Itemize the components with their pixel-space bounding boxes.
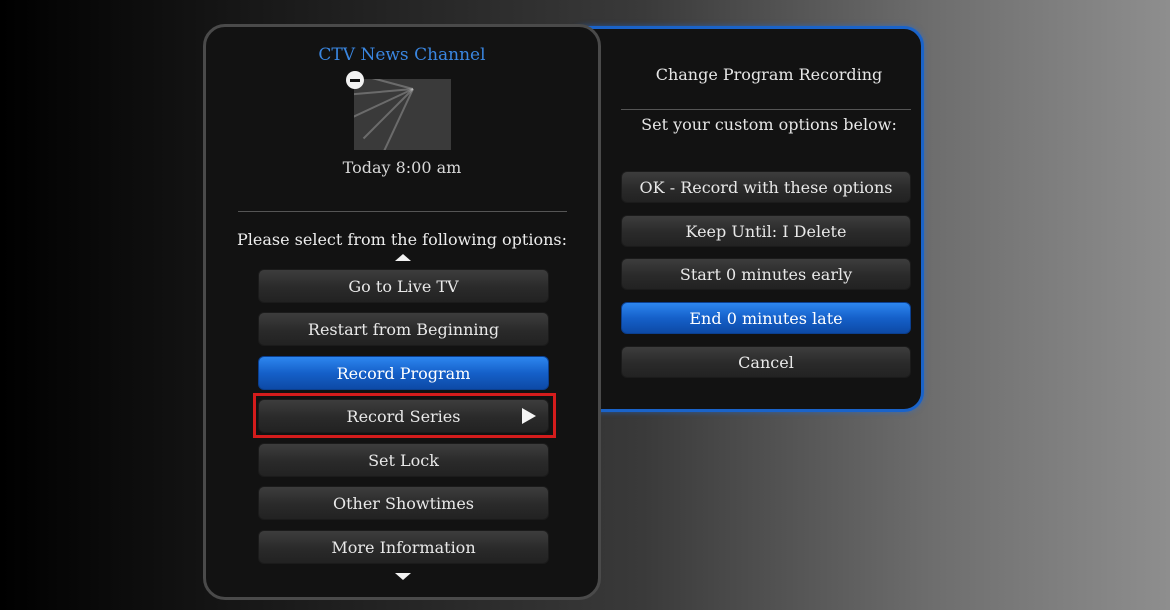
divider	[621, 109, 911, 110]
record-program-button[interactable]: Record Program	[258, 356, 549, 390]
program-options-panel: CTV News Channel Today 8:00 am Please se…	[203, 24, 601, 600]
record-series-highlight	[253, 393, 556, 438]
ok-record-button[interactable]: OK - Record with these options	[621, 171, 911, 203]
change-recording-subtitle: Set your custom options below:	[641, 115, 897, 134]
go-to-live-tv-button[interactable]: Go to Live TV	[258, 269, 549, 303]
change-recording-title: Change Program Recording	[655, 65, 883, 84]
end-late-button[interactable]: End 0 minutes late	[621, 302, 911, 334]
set-lock-button[interactable]: Set Lock	[258, 443, 549, 477]
program-thumbnail	[354, 79, 451, 150]
divider	[238, 211, 567, 212]
other-showtimes-button[interactable]: Other Showtimes	[258, 486, 549, 520]
up-arrow-icon[interactable]	[395, 254, 411, 261]
channel-name: CTV News Channel	[318, 45, 486, 65]
minus-circle-icon	[346, 71, 364, 89]
down-arrow-icon[interactable]	[395, 573, 411, 580]
program-airtime: Today 8:00 am	[342, 158, 462, 177]
cancel-button[interactable]: Cancel	[621, 346, 911, 378]
start-early-button[interactable]: Start 0 minutes early	[621, 258, 911, 290]
restart-from-beginning-button[interactable]: Restart from Beginning	[258, 312, 549, 346]
more-information-button[interactable]: More Information	[258, 530, 549, 564]
options-prompt: Please select from the following options…	[237, 230, 567, 249]
change-recording-panel: Change Program Recording Set your custom…	[566, 26, 924, 412]
keep-until-button[interactable]: Keep Until: I Delete	[621, 215, 911, 247]
